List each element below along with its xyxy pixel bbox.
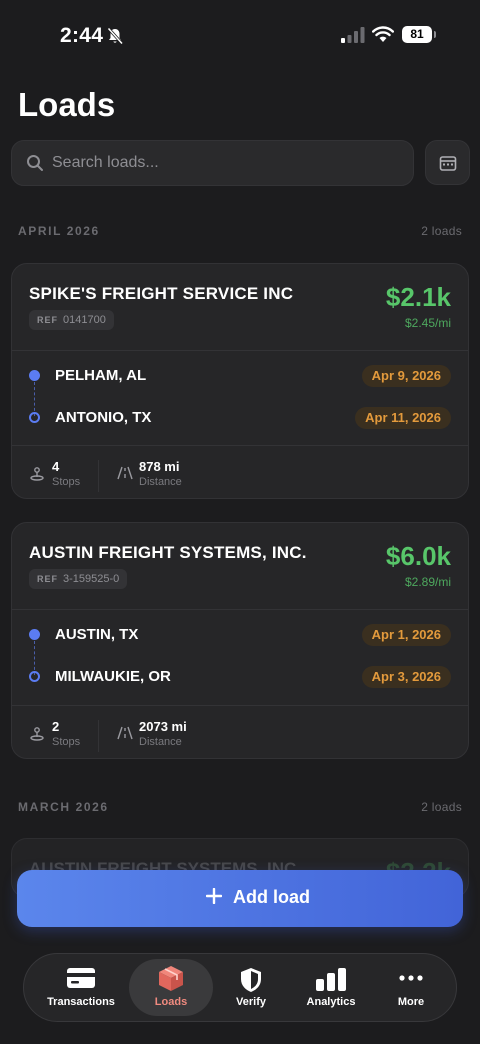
distance-stat: 2073 mi Distance (116, 719, 216, 753)
ref-value: 3-159525-0 (63, 573, 120, 585)
stops-value: 4 (52, 459, 60, 474)
load-company: SPIKE'S FREIGHT SERVICE INC (29, 284, 294, 303)
tab-verify[interactable]: Verify (209, 959, 293, 1016)
destination-dot (29, 671, 40, 682)
destination-city: MILWAUKIE, OR (55, 668, 171, 685)
load-ref-badge: REF 0141700 (29, 310, 114, 330)
divider (12, 705, 468, 706)
load-rate: $2.89/mi (404, 575, 451, 589)
calendar-filter-button[interactable] (425, 140, 470, 185)
stat-separator (98, 720, 99, 752)
section-count: 2 loads (421, 224, 462, 238)
tab-label: Transactions (47, 996, 115, 1008)
divider (12, 609, 468, 610)
tab-more[interactable]: More (369, 959, 453, 1016)
origin-dot (29, 629, 40, 640)
shield-icon (241, 968, 261, 992)
stops-label: Stops (52, 736, 81, 748)
stops-stat: 4 Stops (29, 459, 99, 493)
ref-label: REF (37, 574, 58, 584)
road-icon (117, 726, 133, 740)
origin-dot (29, 370, 40, 381)
distance-label: Distance (139, 476, 182, 488)
distance-stat: 878 mi Distance (116, 459, 216, 493)
distance-value: 2073 mi (139, 719, 187, 734)
section-label: APRIL 2026 (18, 224, 100, 238)
stat-separator (98, 460, 99, 492)
calendar-icon (439, 156, 457, 171)
tab-analytics[interactable]: Analytics (289, 959, 373, 1016)
bar-chart-icon (316, 968, 346, 991)
tab-label: Analytics (306, 996, 356, 1008)
load-card[interactable]: SPIKE'S FREIGHT SERVICE INC REF 0141700 $… (11, 263, 469, 499)
origin-stop: AUSTIN, TX Apr 1, 2026 (12, 624, 468, 646)
destination-dot (29, 412, 40, 423)
road-icon (117, 466, 133, 480)
tab-label: More (397, 996, 425, 1008)
tab-label: Verify (236, 996, 266, 1008)
load-company: AUSTIN FREIGHT SYSTEMS, INC. (29, 543, 307, 562)
battery-indicator: 81 (402, 26, 436, 43)
divider (12, 445, 468, 446)
card-icon (67, 968, 95, 988)
box-icon (159, 966, 183, 991)
status-time: 2:44 (60, 24, 104, 47)
origin-date: Apr 1, 2026 (361, 624, 451, 646)
ref-value: 0141700 (63, 314, 106, 326)
section-count: 2 loads (421, 800, 462, 814)
load-card[interactable]: AUSTIN FREIGHT SYSTEMS, INC. REF 3-159525… (11, 522, 469, 759)
search-box[interactable] (11, 140, 414, 186)
origin-date: Apr 9, 2026 (361, 365, 451, 387)
section-label: MARCH 2026 (18, 800, 109, 814)
bell-off-icon (107, 27, 124, 45)
stops-value: 2 (52, 719, 60, 734)
destination-date: Apr 11, 2026 (355, 407, 451, 429)
more-icon (399, 975, 423, 981)
stops-stat: 2 Stops (29, 719, 99, 753)
origin-city: AUSTIN, TX (55, 626, 139, 643)
add-load-button[interactable]: Add load (17, 870, 463, 927)
tab-label: Loads (154, 996, 188, 1008)
destination-stop: ANTONIO, TX Apr 11, 2026 (12, 407, 468, 429)
wifi-icon (372, 26, 394, 42)
add-load-label: Add load (233, 887, 310, 907)
load-price: $6.0k (385, 541, 451, 571)
status-bar: 2:44 81 (0, 0, 480, 70)
load-rate: $2.45/mi (404, 316, 451, 330)
distance-value: 878 mi (139, 459, 180, 474)
section-header-march: MARCH 2026 2 loads (18, 800, 462, 816)
page-title: Loads (18, 86, 116, 123)
destination-date: Apr 3, 2026 (361, 666, 451, 688)
ref-label: REF (37, 315, 58, 325)
origin-city: PELHAM, AL (55, 367, 147, 384)
load-price: $2.1k (385, 282, 451, 312)
distance-label: Distance (139, 736, 182, 748)
pin-icon (30, 467, 44, 481)
signal-icon (341, 27, 365, 43)
search-icon (27, 155, 43, 171)
plus-icon (206, 888, 222, 904)
origin-stop: PELHAM, AL Apr 9, 2026 (12, 365, 468, 387)
section-header-april: APRIL 2026 2 loads (18, 224, 462, 240)
tab-bar: Transactions Loads Verify Analytics More (23, 953, 457, 1022)
search-input[interactable] (52, 141, 402, 185)
tab-loads[interactable]: Loads (129, 959, 213, 1016)
stops-label: Stops (52, 476, 81, 488)
destination-stop: MILWAUKIE, OR Apr 3, 2026 (12, 666, 468, 688)
load-ref-badge: REF 3-159525-0 (29, 569, 128, 589)
destination-city: ANTONIO, TX (55, 409, 152, 426)
tab-transactions[interactable]: Transactions (39, 959, 123, 1016)
divider (12, 350, 468, 351)
pin-icon (30, 727, 44, 741)
